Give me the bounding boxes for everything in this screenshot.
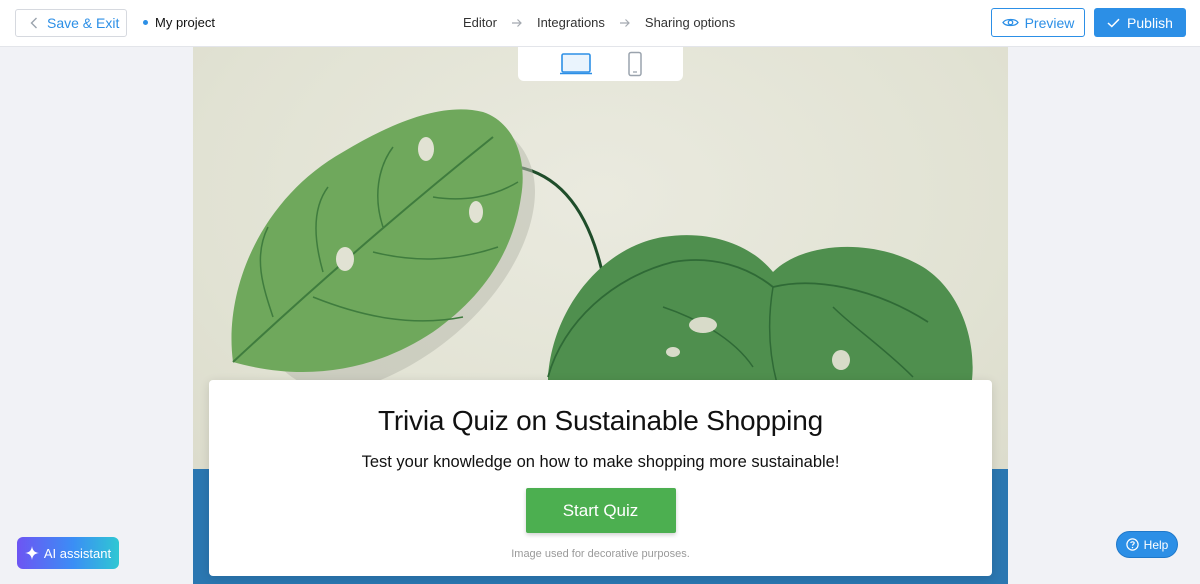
status-dot (143, 20, 148, 25)
step-sharing-options[interactable]: Sharing options (645, 15, 735, 30)
help-button[interactable]: Help (1116, 531, 1178, 558)
image-decorative-note: Image used for decorative purposes. (511, 548, 690, 560)
sparkle-icon (24, 546, 39, 560)
preview-button[interactable]: Preview (991, 8, 1085, 37)
checkmark-icon (1107, 18, 1120, 28)
quiz-subtitle: Test your knowledge on how to make shopp… (361, 453, 840, 471)
quiz-title: Trivia Quiz on Sustainable Shopping (378, 405, 823, 436)
publish-button[interactable]: Publish (1094, 8, 1186, 37)
step-integrations[interactable]: Integrations (537, 15, 605, 30)
desktop-icon[interactable] (559, 52, 593, 76)
mobile-icon[interactable] (627, 51, 643, 77)
top-bar: Save & Exit My project Editor Integratio… (0, 0, 1200, 47)
step-editor[interactable]: Editor (463, 15, 497, 30)
preview-label: Preview (1024, 14, 1075, 31)
ai-assistant-label: AI assistant (43, 545, 112, 561)
quiz-start-card: Trivia Quiz on Sustainable Shopping Test… (209, 380, 992, 576)
project-name[interactable]: My project (143, 15, 215, 30)
start-quiz-button[interactable]: Start Quiz (525, 488, 676, 533)
device-toggle (518, 47, 683, 81)
save-exit-button[interactable]: Save & Exit (15, 9, 127, 37)
project-name-label: My project (155, 15, 215, 30)
arrow-right-icon (511, 18, 522, 27)
question-icon (1125, 538, 1139, 551)
help-label: Help (1143, 537, 1169, 552)
arrow-right-icon (619, 18, 630, 27)
save-exit-label: Save & Exit (47, 15, 120, 31)
step-breadcrumb: Editor Integrations Sharing options (463, 15, 735, 30)
publish-label: Publish (1127, 14, 1173, 31)
chevron-left-icon (30, 17, 37, 29)
ai-assistant-button[interactable]: AI assistant (17, 537, 119, 569)
eye-icon (1001, 18, 1019, 27)
